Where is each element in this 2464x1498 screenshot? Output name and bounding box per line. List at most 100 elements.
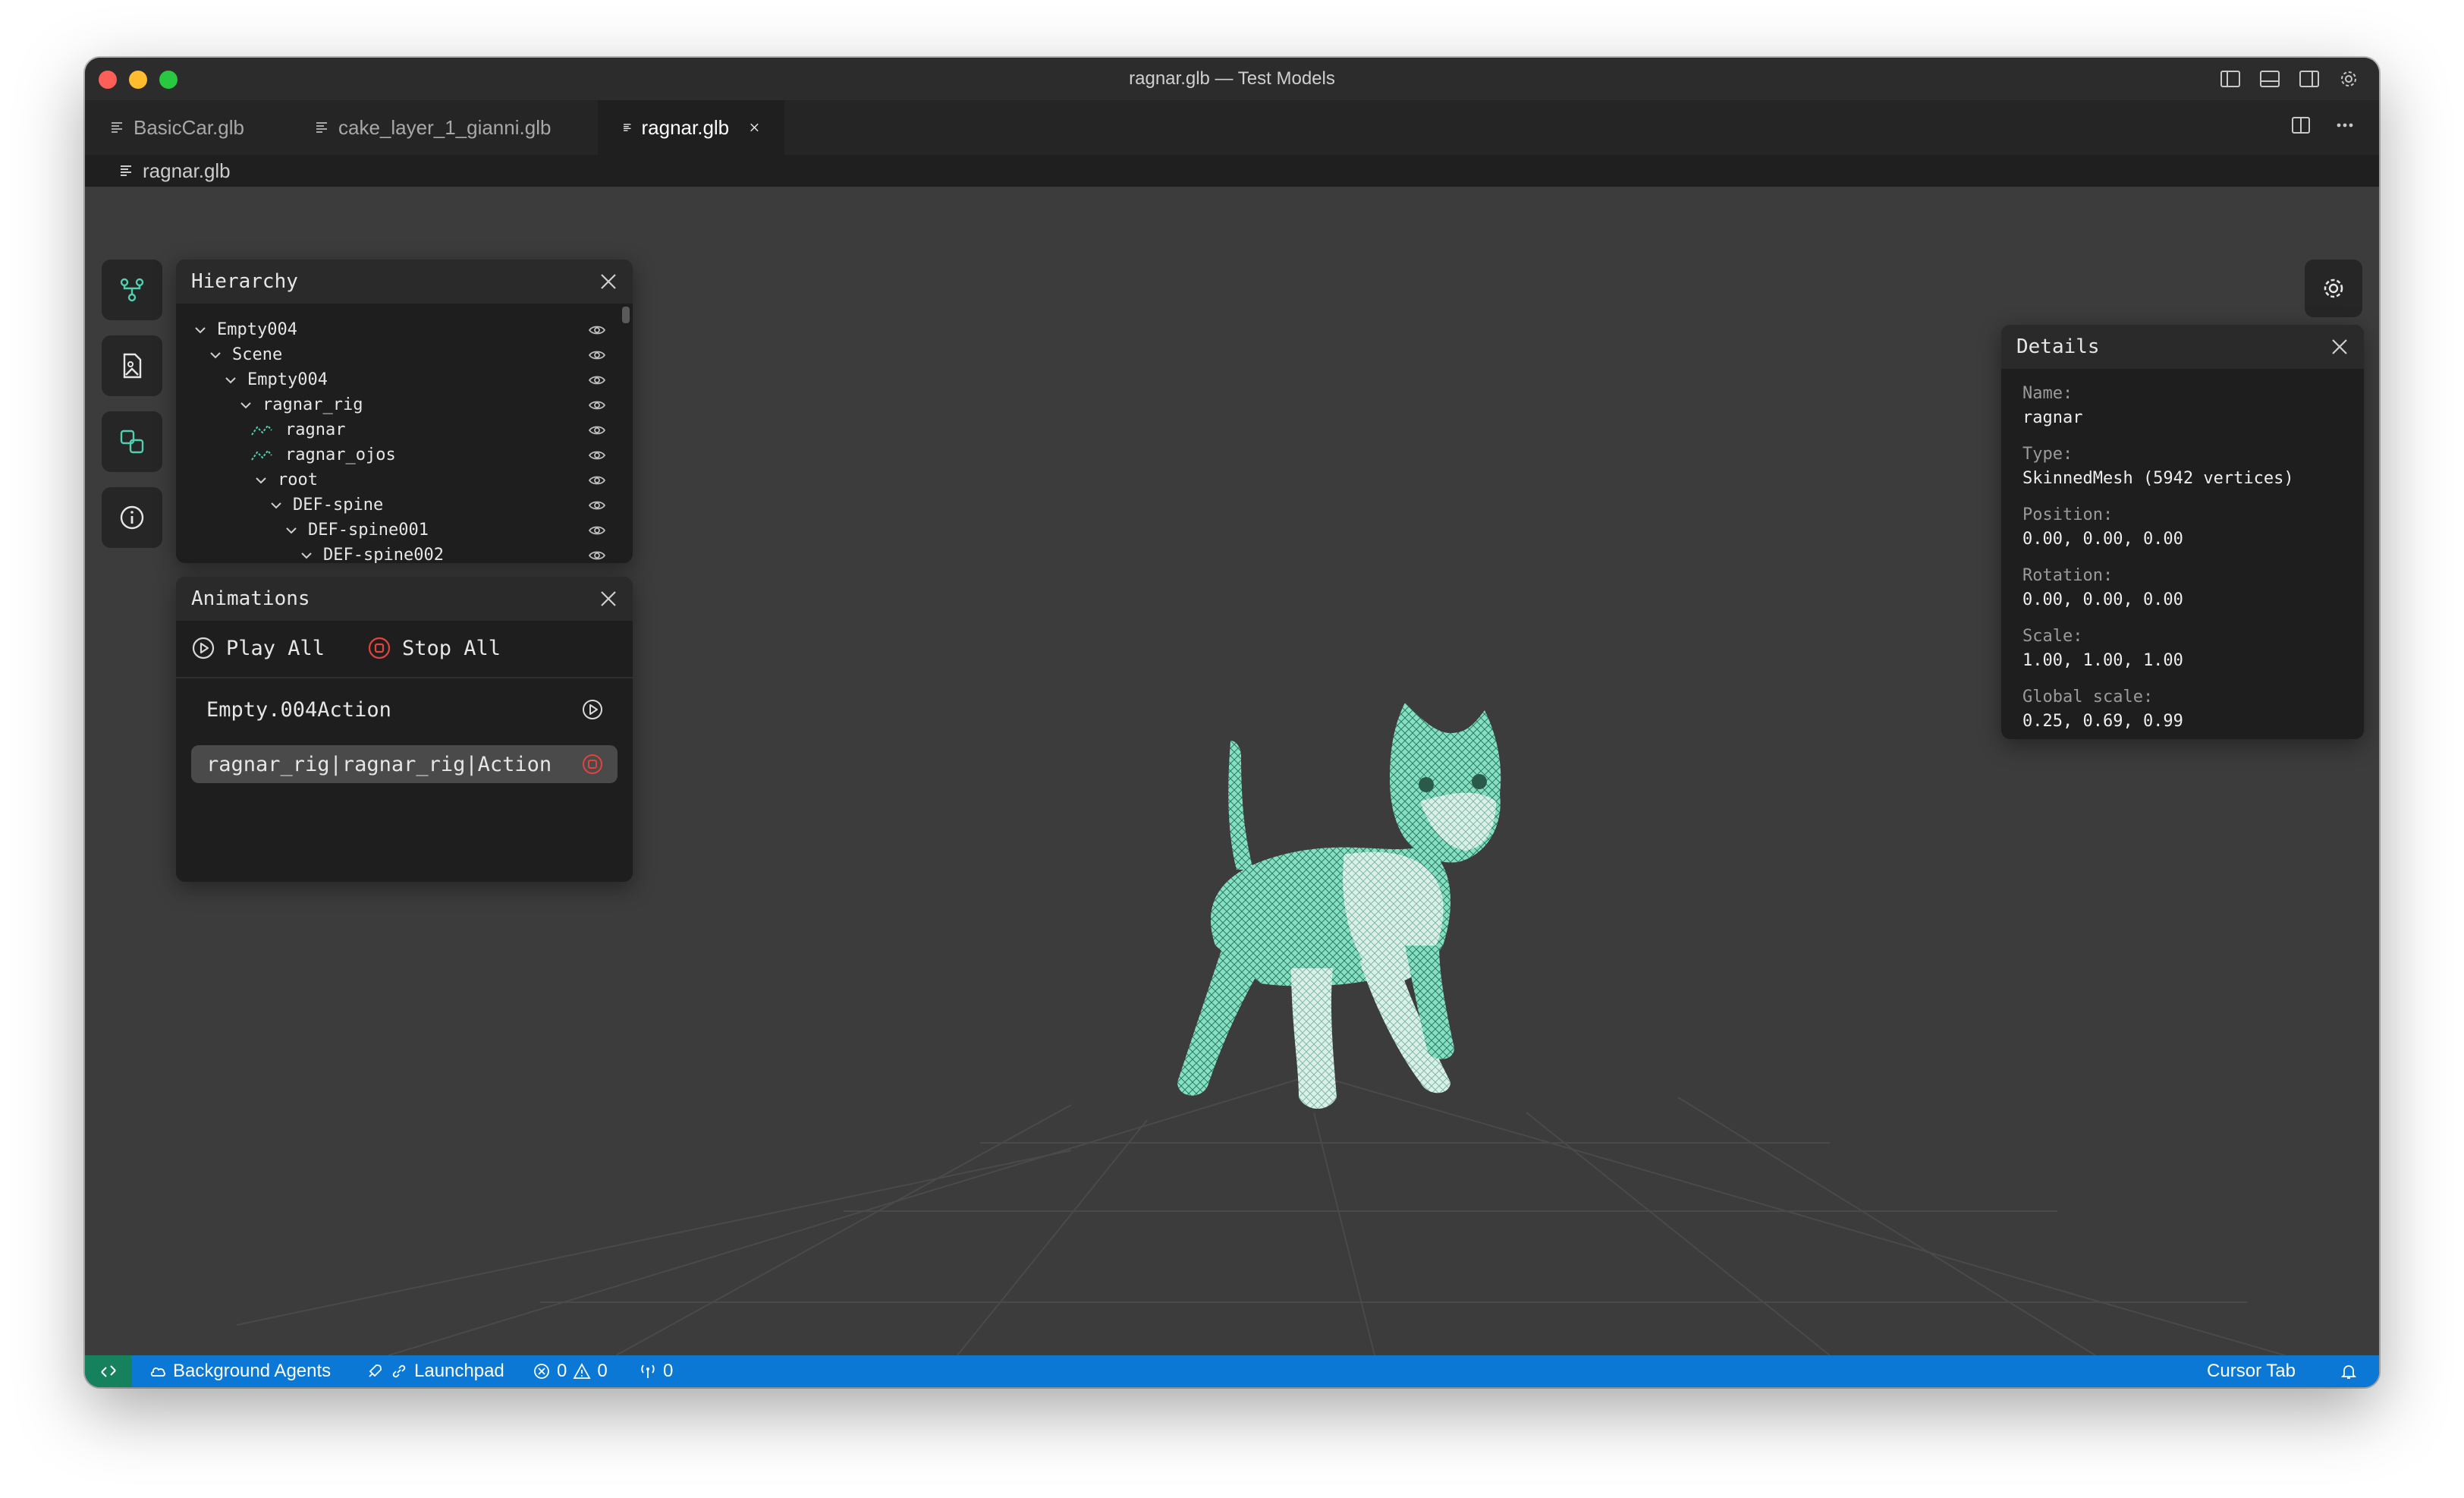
visibility-eye-icon[interactable] [587,470,607,490]
tree-row[interactable]: DEF-spine001 [176,518,607,543]
ports-item[interactable]: 0 [639,1355,673,1387]
chevron-down-icon[interactable] [284,523,299,538]
tree-row[interactable]: root [176,467,607,493]
tree-row[interactable]: Empty004 [176,367,607,392]
image-file-toggle-button[interactable] [102,335,162,396]
file-icon [112,122,122,133]
animation-item[interactable]: ragnar_rig|ragnar_rig|Action [191,745,618,783]
ports-count: 0 [663,1361,674,1381]
remote-icon [101,1365,116,1377]
stop-all-button[interactable]: Stop All [367,636,501,660]
close-icon[interactable] [599,590,618,608]
gear-icon [2324,279,2343,298]
hierarchy-tree: Empty004 Scene Empty004 ragnar_rig ragna… [176,317,633,563]
tree-row-label: ragnar_rig [262,395,363,414]
divider [176,677,633,678]
file-icon [624,124,631,131]
toggle-secondary-sidebar-icon[interactable] [2297,67,2321,91]
warning-icon [573,1363,591,1379]
visibility-eye-icon[interactable] [587,521,607,540]
split-editor-icon[interactable] [2290,114,2312,137]
tree-row[interactable]: DEF-spine [176,493,607,518]
details-panel: Details Name: ragnar Type: SkinnedMesh (… [2001,325,2364,739]
breadcrumb-item[interactable]: ragnar.glb [143,159,231,183]
close-icon[interactable] [599,272,618,291]
tab-basiccar[interactable]: BasicCar.glb [85,100,290,155]
tab-ragnar[interactable]: ragnar.glb [598,100,784,155]
cursor-tab-label: Cursor Tab [2207,1361,2296,1381]
chevron-down-icon[interactable] [299,548,314,563]
rocket-icon [369,1364,382,1377]
close-icon[interactable] [2330,338,2349,356]
tree-row[interactable]: ragnar_ojos [176,442,607,467]
chevron-down-icon[interactable] [193,323,208,338]
chevron-down-icon[interactable] [253,473,269,488]
animation-name: ragnar_rig|ragnar_rig|Action [206,752,552,776]
visibility-eye-icon[interactable] [587,395,607,415]
animation-name: Empty.004Action [206,697,391,722]
problems-item[interactable]: 0 0 [533,1355,608,1387]
chevron-down-icon[interactable] [238,398,253,413]
bell-icon [2340,1365,2357,1379]
detail-value-rotation: 0.00, 0.00, 0.00 [2022,590,2183,609]
play-circle-icon[interactable] [581,698,604,721]
background-agents-item[interactable]: Background Agents [149,1355,331,1387]
animations-panel-header: Animations [176,577,633,621]
window-title: ragnar.glb — Test Models [1129,68,1335,89]
chevron-down-icon[interactable] [208,348,223,363]
notifications-button[interactable] [2340,1355,2358,1387]
cursor-tab-item[interactable]: Cursor Tab [2207,1355,2296,1387]
hierarchy-icon [120,278,144,302]
toggle-primary-sidebar-icon[interactable] [2218,67,2242,91]
hierarchy-panel-header: Hierarchy [176,260,633,304]
more-actions-icon[interactable] [2334,114,2356,137]
details-toggle-button[interactable] [102,487,162,548]
visibility-eye-icon[interactable] [587,496,607,515]
image-file-icon [123,353,142,379]
toggle-panel-icon[interactable] [2258,67,2282,91]
visibility-eye-icon[interactable] [587,320,607,340]
app-window: ragnar.glb — Test Models BasicCar.glb ca… [85,58,2379,1387]
visibility-eye-icon[interactable] [587,420,607,440]
tab-label: ragnar.glb [641,115,730,139]
visibility-eye-icon[interactable] [587,345,607,365]
tab-label: cake_layer_1_gianni.glb [338,115,552,139]
visibility-eye-icon[interactable] [587,370,607,390]
tree-row-label: DEF-spine [293,496,384,515]
file-icon [121,165,131,176]
tree-row[interactable]: ragnar [176,417,607,442]
stop-circle-icon [368,637,391,659]
animations-toggle-button[interactable] [102,411,162,472]
tree-row[interactable]: DEF-spine002 [176,543,607,563]
close-tab-icon[interactable] [749,119,760,136]
tree-row[interactable]: ragnar_rig [176,392,607,417]
stop-circle-icon[interactable] [581,753,604,776]
launchpad-item[interactable]: Launchpad [366,1355,504,1387]
title-bar: ragnar.glb — Test Models [85,58,2379,100]
settings-gear-icon[interactable] [2337,67,2361,91]
panel-title: Hierarchy [191,270,298,293]
breadcrumb: ragnar.glb [85,155,2379,187]
tree-row[interactable]: Scene [176,342,607,367]
viewport-settings-button[interactable] [2305,260,2362,317]
chevron-down-icon[interactable] [269,498,284,513]
detail-label-global-scale: Global scale: [2022,688,2154,707]
detail-label-name: Name: [2022,384,2073,403]
tab-cake-layer[interactable]: cake_layer_1_gianni.glb [290,100,587,155]
model-viewport[interactable]: Hierarchy Empty004 Scene Empty004 ragnar… [85,187,2379,1355]
stop-all-label: Stop All [402,636,501,660]
detail-value-type: SkinnedMesh (5942 vertices) [2022,469,2294,488]
cloud-icon [150,1367,165,1377]
play-all-button[interactable]: Play All [191,636,325,660]
file-icon [316,122,327,133]
error-icon [534,1364,549,1379]
visibility-eye-icon[interactable] [587,546,607,564]
remote-indicator-button[interactable] [85,1355,132,1387]
skinned-mesh-icon [251,423,272,436]
tree-row[interactable]: Empty004 [176,317,607,342]
tree-row-label: ragnar [285,420,346,439]
chevron-down-icon[interactable] [223,373,238,388]
visibility-eye-icon[interactable] [587,445,607,465]
hierarchy-toggle-button[interactable] [102,260,162,320]
animation-item[interactable]: Empty.004Action [191,691,618,729]
